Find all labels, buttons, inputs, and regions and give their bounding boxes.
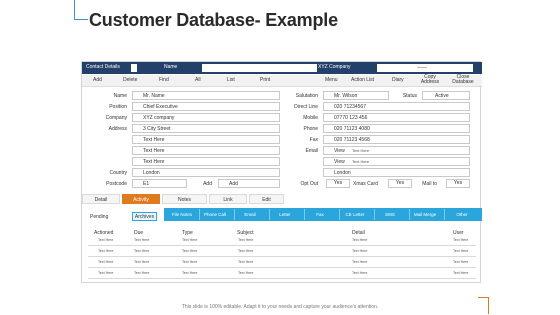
menu-action-list[interactable]: Action List bbox=[351, 78, 374, 83]
name-header-label: Name bbox=[164, 64, 178, 70]
menu-copy-address[interactable]: Copy Address bbox=[419, 75, 441, 85]
menu-menu[interactable]: Menu bbox=[325, 78, 338, 83]
tab-edit[interactable]: Edit bbox=[249, 194, 284, 204]
header-name-field[interactable] bbox=[202, 64, 317, 72]
fax-label: Fax bbox=[309, 137, 318, 143]
other-button[interactable]: Other bbox=[447, 212, 477, 217]
contact-card-icon[interactable] bbox=[131, 64, 137, 72]
menu-print[interactable]: Print bbox=[260, 78, 270, 83]
name-field[interactable]: Mr. Name bbox=[132, 91, 280, 100]
mobile-label: Mobile bbox=[303, 115, 318, 121]
name-label: Name bbox=[113, 93, 127, 99]
tab-link[interactable]: Link bbox=[209, 194, 247, 204]
position-label: Position bbox=[109, 104, 127, 110]
direct-line-field[interactable]: 020 71234567 bbox=[323, 102, 470, 111]
mail-merge-button[interactable]: Mail Merge bbox=[410, 212, 440, 217]
status-label: Status bbox=[402, 93, 417, 99]
pending-label: Pending bbox=[90, 214, 109, 220]
tab-notes[interactable]: Notes bbox=[162, 194, 207, 204]
company-field[interactable]: XYZ company bbox=[132, 113, 280, 122]
company-label: Company bbox=[105, 115, 127, 121]
page-title: Customer Database- Example bbox=[89, 10, 338, 30]
header-right-field[interactable]: —— bbox=[377, 64, 473, 72]
phone-label: Phone bbox=[303, 126, 318, 132]
mail-to-toggle[interactable]: Yes bbox=[446, 179, 470, 188]
company-header-label: XYZ Company bbox=[318, 64, 351, 70]
opt-out-label: Opt Out bbox=[300, 181, 318, 187]
mobile-field[interactable]: 07770 123 456 bbox=[323, 113, 470, 122]
menu-delete[interactable]: Delete bbox=[123, 78, 137, 83]
customer-database-panel: Contact Details Name XYZ Company —— Add … bbox=[81, 61, 482, 283]
menu-all[interactable]: All bbox=[195, 78, 201, 83]
tab-activity[interactable]: Activity bbox=[122, 194, 160, 204]
add-label: Add bbox=[203, 181, 212, 187]
menu-find[interactable]: Find bbox=[159, 78, 169, 83]
contact-details-label: Contact Details bbox=[86, 64, 120, 70]
direct-line-label: Direct Line bbox=[294, 104, 318, 110]
address-line-4-field[interactable]: Text Here bbox=[132, 157, 280, 166]
menu-close-database[interactable]: Close Database bbox=[450, 75, 476, 85]
email-field-2[interactable]: View Text Here bbox=[323, 157, 470, 166]
email-button[interactable]: Email bbox=[235, 212, 265, 217]
status-field[interactable]: Active bbox=[422, 91, 470, 100]
phone-field[interactable]: 020 71123 4080 bbox=[323, 124, 470, 133]
email-field-1[interactable]: View Text Here bbox=[323, 146, 470, 155]
menu-diary[interactable]: Diary bbox=[392, 78, 404, 83]
address-line-1-field[interactable]: 3 City Street bbox=[132, 124, 280, 133]
footer-note: This slide is 100% editable. Adapt it to… bbox=[181, 304, 379, 310]
corner-decoration-top-left bbox=[74, 0, 88, 20]
postcode-label: Postcode bbox=[106, 181, 127, 187]
table-row[interactable]: Text Here Text Here Text Here Text Here … bbox=[88, 247, 476, 257]
sms-button[interactable]: SMS bbox=[375, 212, 405, 217]
phone-call-button[interactable]: Phone Call bbox=[200, 212, 230, 217]
archives-button[interactable]: Archives bbox=[132, 212, 157, 221]
position-field[interactable]: Chief Executive bbox=[132, 102, 280, 111]
menu-list[interactable]: List bbox=[227, 78, 235, 83]
menu-add[interactable]: Add bbox=[93, 78, 102, 83]
letter-button[interactable]: Letter bbox=[270, 212, 300, 217]
tab-detail[interactable]: Detail bbox=[82, 194, 120, 204]
country-label: Country bbox=[109, 170, 127, 176]
address-line-2-field[interactable]: Text Here bbox=[132, 135, 280, 144]
file-notes-button[interactable]: File Notes bbox=[167, 212, 197, 217]
address-line-3-field[interactable]: Text Here bbox=[132, 146, 280, 155]
action-buttons-strip: File Notes Phone Call Email Letter Fax C… bbox=[164, 208, 482, 221]
activity-toolbar: Pending Archives File Notes Phone Call E… bbox=[82, 205, 482, 221]
fax-button[interactable]: Fax bbox=[305, 212, 335, 217]
table-row[interactable]: Text Here Text Here Text Here Text Here … bbox=[88, 236, 476, 246]
record-tabs: Detail Activity Notes Link Edit bbox=[82, 194, 482, 204]
ce-letter-button[interactable]: CE Letter bbox=[340, 212, 370, 217]
country-field[interactable]: London bbox=[132, 168, 280, 177]
xmas-card-label: Xmas Card bbox=[352, 181, 378, 187]
table-row[interactable]: Text Here Text Here Text Here Text Here … bbox=[88, 269, 476, 279]
city-field[interactable]: London bbox=[323, 168, 470, 177]
salutation-label: Salutation bbox=[295, 93, 318, 99]
fax-field[interactable]: 020 71123 4568 bbox=[323, 135, 470, 144]
email-label: Email bbox=[305, 148, 318, 154]
toolbar-menu: Add Delete Find All List Print Menu Acti… bbox=[82, 75, 482, 87]
mail-to-label: Mail to bbox=[422, 181, 437, 187]
table-row[interactable]: Text Here Text Here Text Here Text Here … bbox=[88, 258, 476, 268]
address-label: Address bbox=[108, 126, 127, 132]
